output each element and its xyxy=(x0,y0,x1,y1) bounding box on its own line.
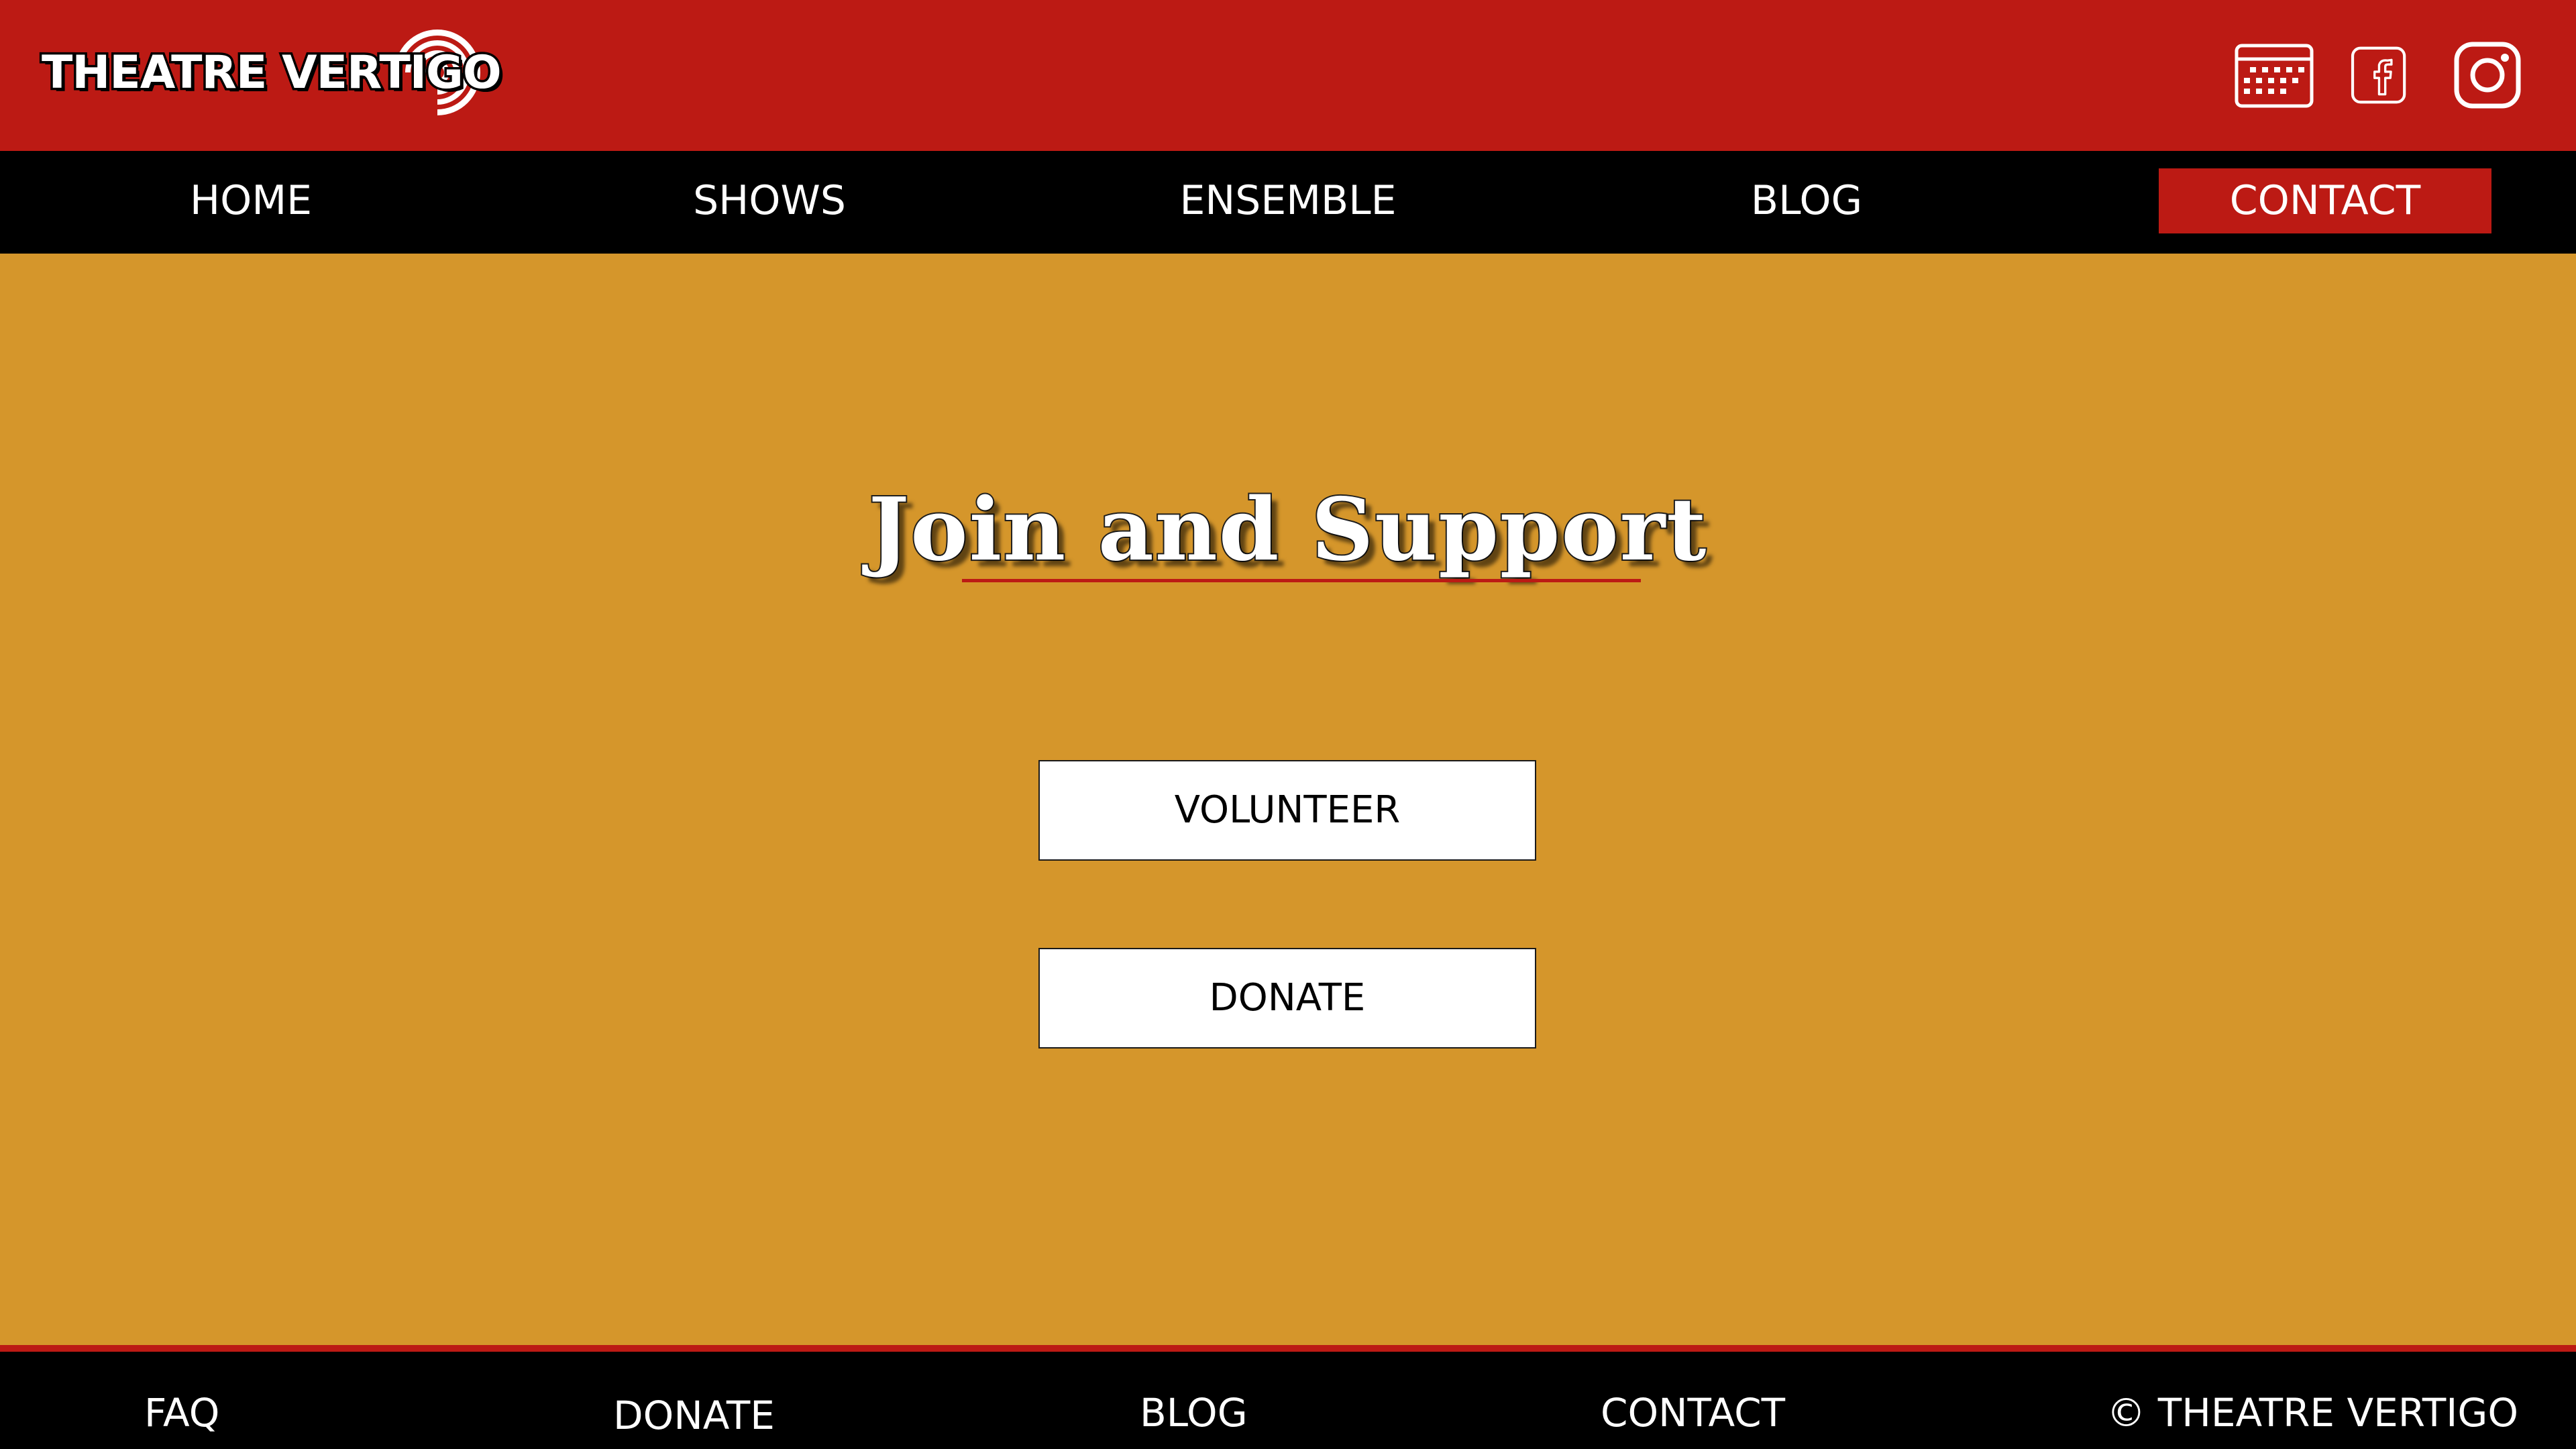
social-icons xyxy=(2233,40,2522,110)
site-footer: FAQ DONATE BLOG CONTACT © THEATRE VERTIG… xyxy=(0,1345,2576,1449)
title-underline xyxy=(962,579,1641,582)
footer-link-faq[interactable]: FAQ xyxy=(144,1389,219,1436)
nav-item-shows[interactable]: SHOWS xyxy=(603,168,936,233)
site-logo[interactable]: THEATRE VERTIGO xyxy=(40,24,504,121)
instagram-icon[interactable] xyxy=(2453,40,2522,110)
site-header: THEATRE VERTIGO xyxy=(0,0,2576,151)
footer-copyright: © THEATRE VERTIGO xyxy=(2106,1390,2518,1436)
volunteer-button[interactable]: VOLUNTEER xyxy=(1038,760,1536,861)
footer-link-blog[interactable]: BLOG xyxy=(1140,1389,1248,1436)
main-nav: HOME SHOWS ENSEMBLE BLOG CONTACT xyxy=(0,151,2576,254)
calendar-icon[interactable] xyxy=(2233,40,2316,110)
nav-item-home[interactable]: HOME xyxy=(85,168,417,233)
nav-item-blog[interactable]: BLOG xyxy=(1640,168,1973,233)
logo-text: THEATRE VERTIGO xyxy=(40,44,504,102)
nav-item-contact[interactable]: CONTACT xyxy=(2159,168,2491,233)
footer-link-contact[interactable]: CONTACT xyxy=(1601,1389,1785,1436)
facebook-icon[interactable] xyxy=(2349,40,2419,110)
donate-button[interactable]: DONATE xyxy=(1038,948,1536,1049)
page-title: Join and Support xyxy=(867,478,1708,582)
nav-item-ensemble[interactable]: ENSEMBLE xyxy=(1122,168,1454,233)
footer-link-donate[interactable]: DONATE xyxy=(613,1392,775,1439)
